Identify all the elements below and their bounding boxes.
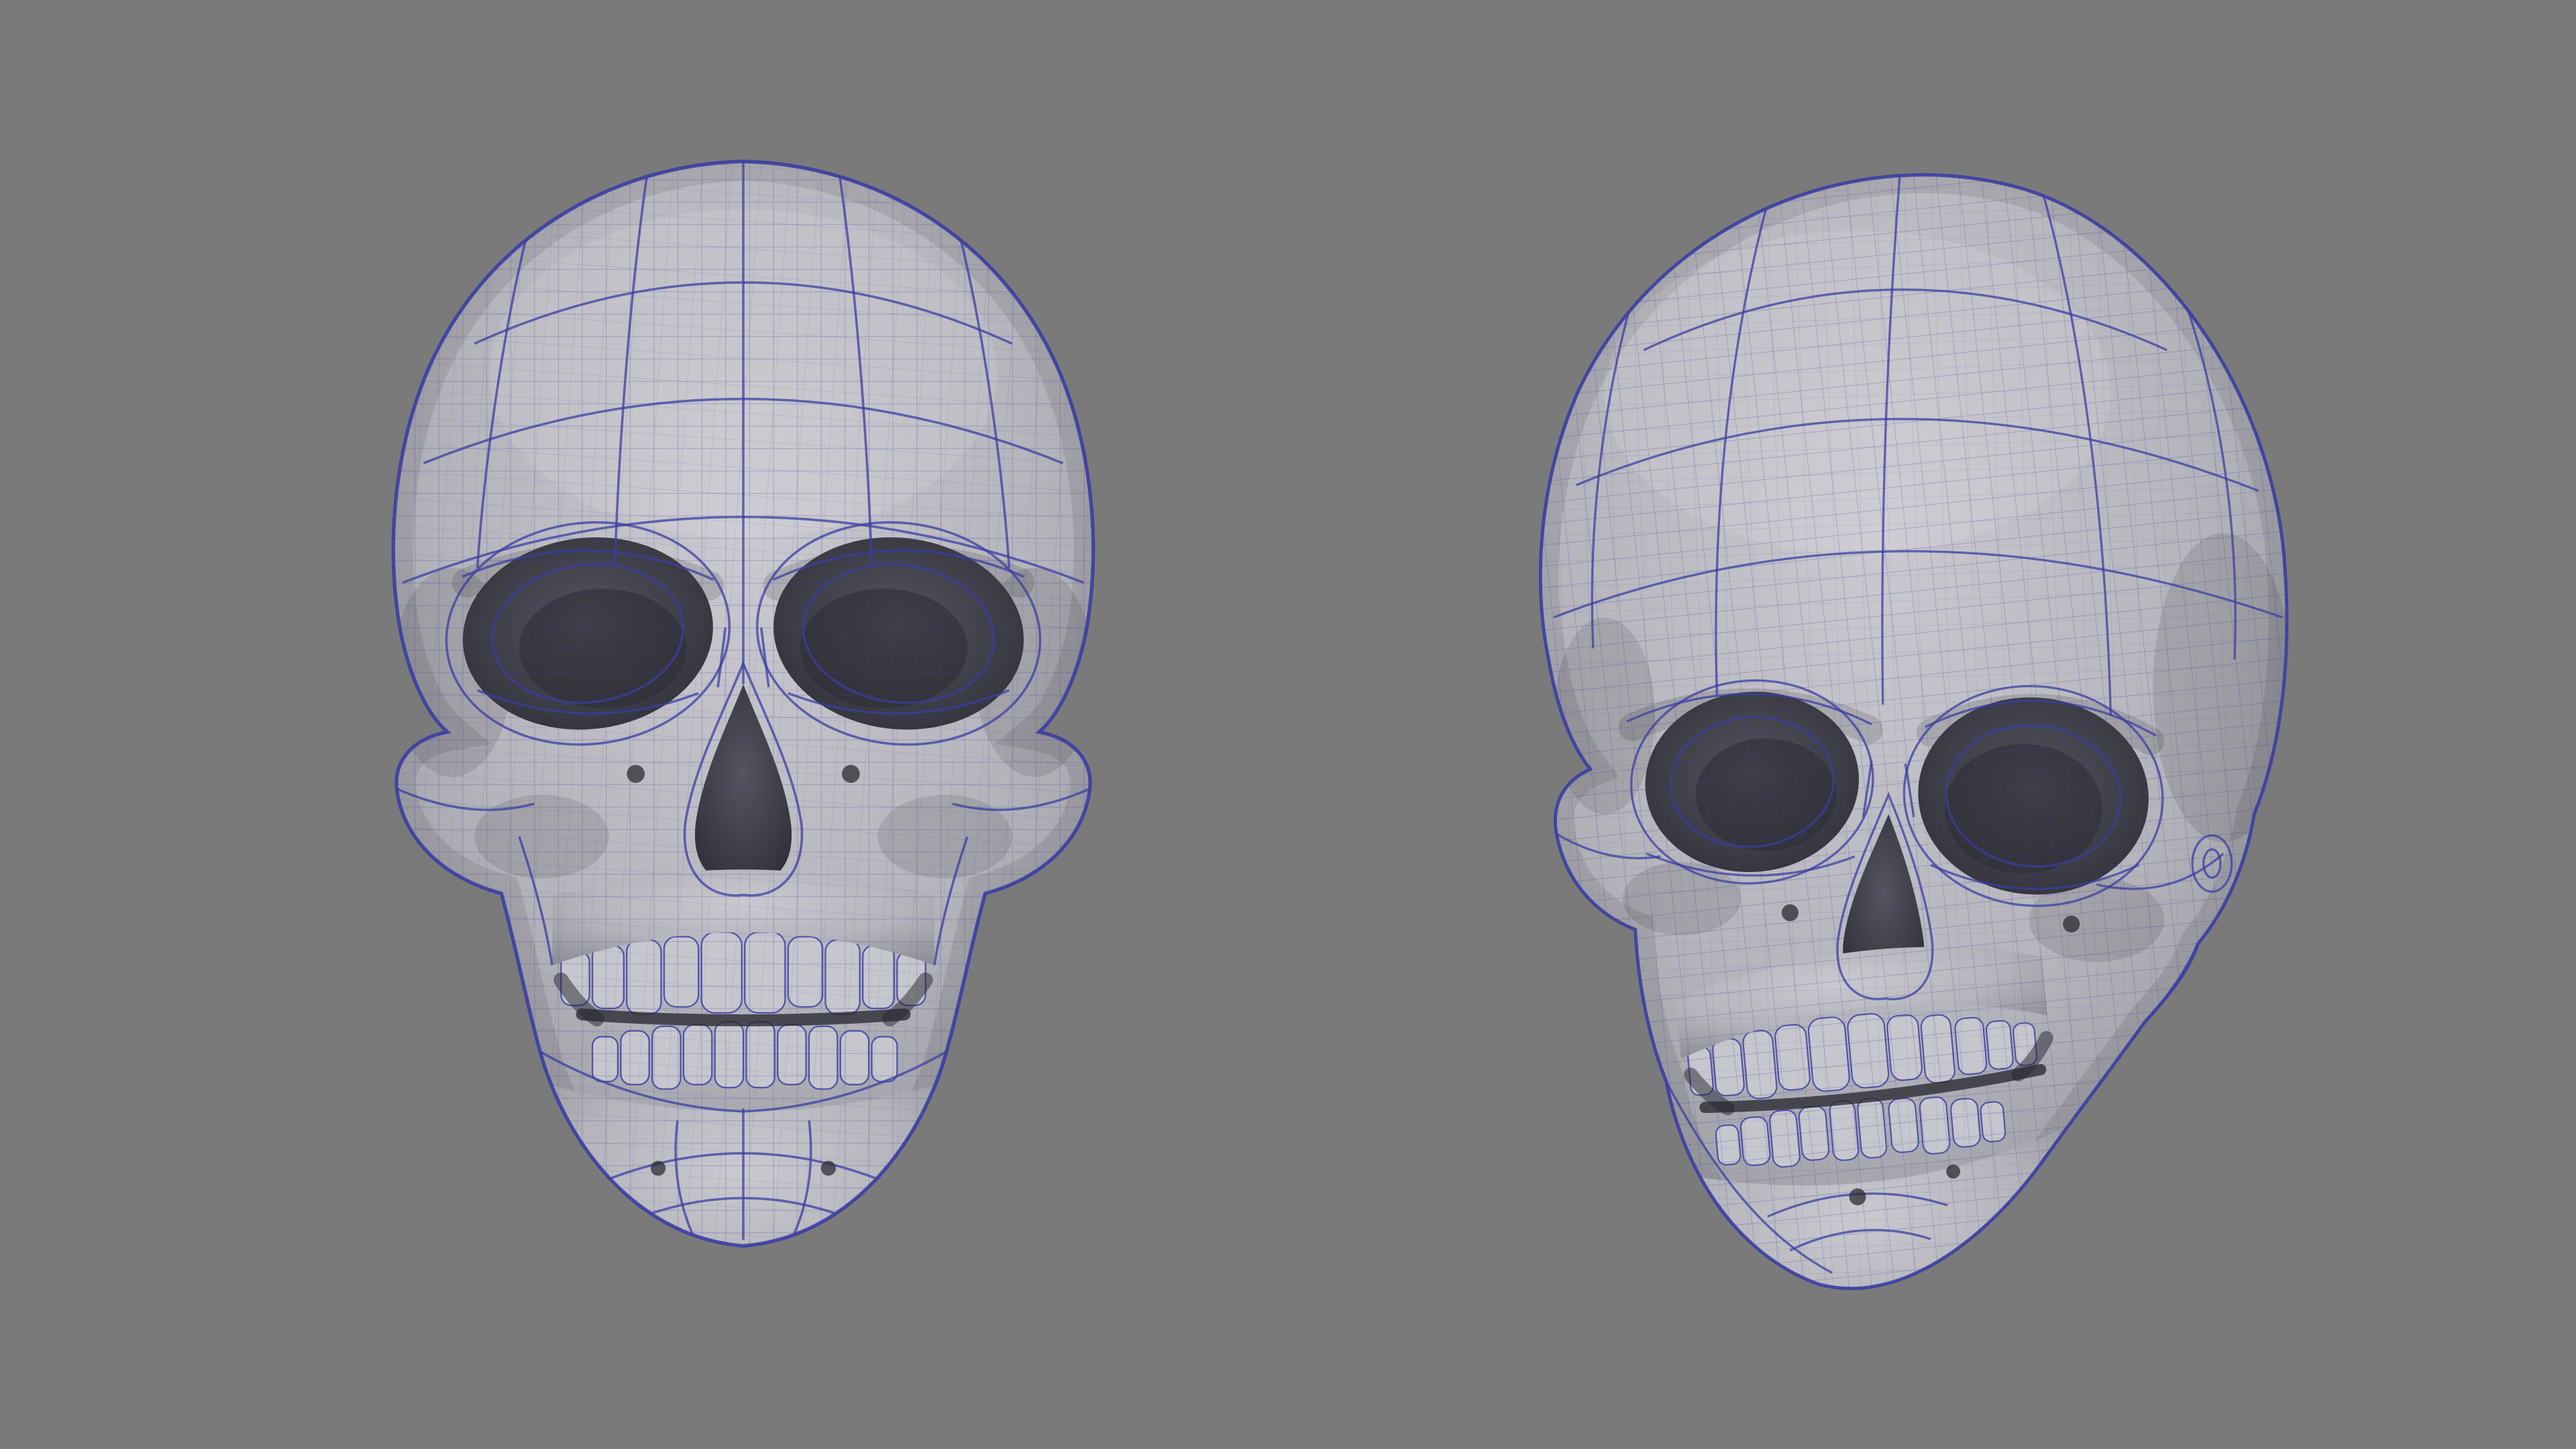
skull-front-view-render [295,134,1191,1300]
wireframe-overlay [1540,175,2287,1289]
skull-three-quarter-view-render [1436,153,2308,1307]
skull-front-view-model [295,134,1191,1300]
viewport-background: { "scene": { "left_model": { "label": "s… [0,0,2576,1449]
viewport [0,0,2576,1449]
skull-three-quarter-view-model [1436,153,2308,1307]
